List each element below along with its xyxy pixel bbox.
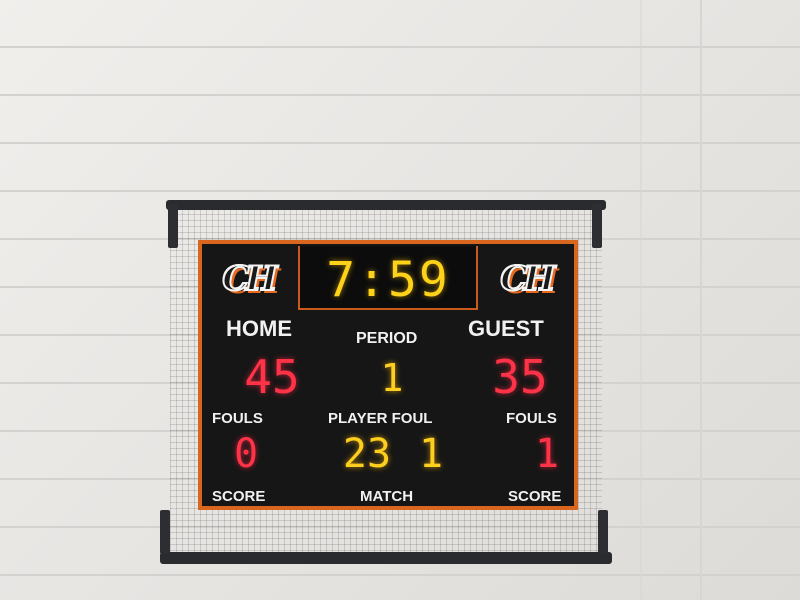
home-score-label: SCORE: [212, 488, 266, 505]
home-fouls-label: FOULS: [212, 410, 263, 427]
guest-fouls-label: FOULS: [506, 410, 557, 427]
wall-bracket: [598, 510, 608, 554]
scoreboard: CH CH 7:59 HOME GUEST PERIOD 45 1 35 FOU…: [198, 240, 578, 510]
team-logo-right: CH: [499, 258, 556, 300]
home-score: 45: [244, 350, 300, 404]
guest-label: GUEST: [468, 316, 544, 341]
player-foul-label: PLAYER FOUL: [328, 410, 433, 427]
period-value: 1: [380, 356, 404, 400]
period-label: PERIOD: [356, 330, 418, 347]
wall-bracket: [168, 204, 178, 248]
game-clock-panel: 7:59: [298, 246, 478, 310]
player-number: 23: [342, 431, 392, 477]
team-logo-left: CH: [221, 258, 278, 300]
match-label: MATCH: [360, 488, 414, 505]
home-fouls: 0: [233, 431, 259, 477]
player-fouls: 1: [418, 431, 444, 477]
net-frame-bottom: [160, 552, 612, 564]
wall-joint: [640, 0, 642, 600]
net-frame-top: [166, 200, 606, 210]
guest-score-label: SCORE: [508, 488, 562, 505]
guest-score: 35: [492, 350, 548, 404]
home-label: HOME: [226, 316, 292, 341]
wall-bracket: [592, 204, 602, 248]
game-clock: 7:59: [326, 252, 450, 308]
guest-fouls: 1: [534, 431, 560, 477]
wall-joint: [700, 0, 702, 600]
wall-bracket: [160, 510, 170, 554]
